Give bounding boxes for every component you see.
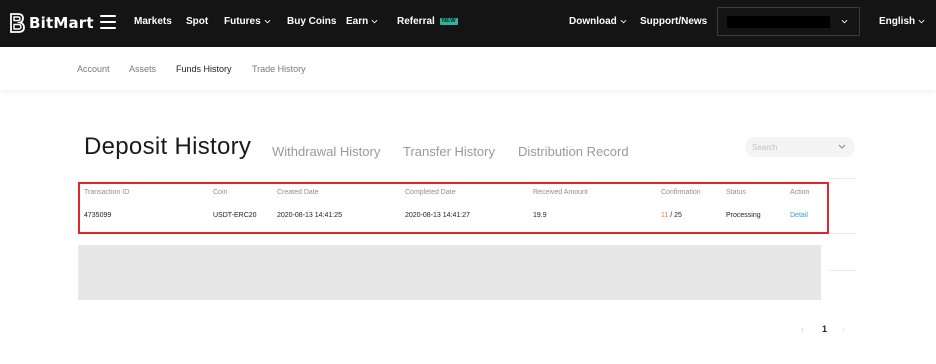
nav-referral-label: Referral (397, 16, 435, 27)
tab-transfer-history[interactable]: Transfer History (403, 144, 495, 159)
nav-buy-coins[interactable]: Buy Coins (287, 16, 336, 27)
new-badge: NEW (439, 18, 458, 25)
nav-buy-coins-label: Buy Coins (287, 16, 337, 27)
nav-support-news[interactable]: Support/News (640, 16, 707, 27)
account-dropdown[interactable] (717, 7, 860, 36)
language-label: English (879, 16, 916, 27)
nav-download[interactable]: Download (569, 16, 627, 27)
nav-earn[interactable]: Earn (346, 16, 378, 27)
nav-markets-label: Markets (134, 16, 172, 27)
table-divider (829, 178, 856, 179)
nav-referral[interactable]: Referral NEW (397, 16, 458, 27)
language-selector[interactable]: English (879, 16, 925, 27)
nav-futures-label: Futures (224, 16, 261, 27)
content-placeholder (78, 245, 821, 300)
chevron-down-icon (371, 19, 378, 24)
brand-name: BitMart (29, 14, 94, 32)
top-navbar: BitMart Markets Spot Futures Buy Coins E… (0, 0, 936, 47)
bitmart-logo-icon (10, 13, 25, 33)
table-divider (829, 270, 856, 271)
account-name-redacted (727, 16, 830, 28)
chevron-down-icon (841, 19, 848, 24)
chevron-down-icon (918, 19, 925, 24)
nav-spot[interactable]: Spot (186, 16, 208, 27)
pagination-next-icon[interactable]: › (842, 324, 845, 334)
menu-hamburger-icon[interactable] (100, 15, 116, 29)
chevron-down-icon (264, 19, 271, 24)
chevron-down-icon[interactable] (838, 144, 846, 149)
pagination-page-1[interactable]: 1 (822, 324, 827, 334)
pagination-prev-icon[interactable]: ‹ (801, 324, 804, 334)
subnav-account[interactable]: Account (77, 64, 110, 74)
subnav-assets[interactable]: Assets (129, 64, 156, 74)
chevron-down-icon (620, 19, 627, 24)
nav-download-label: Download (569, 16, 617, 27)
sub-navbar: Account Assets Funds History Trade Histo… (0, 47, 936, 90)
subnav-trade-history[interactable]: Trade History (252, 64, 306, 74)
brand-logo[interactable]: BitMart (8, 12, 94, 34)
row-highlight-box (78, 182, 829, 234)
nav-futures[interactable]: Futures (224, 16, 271, 27)
tab-distribution-record[interactable]: Distribution Record (518, 144, 629, 159)
subnav-funds-history[interactable]: Funds History (176, 64, 232, 74)
nav-spot-label: Spot (186, 16, 209, 27)
nav-markets[interactable]: Markets (134, 16, 172, 27)
nav-earn-label: Earn (346, 16, 369, 27)
table-divider (829, 233, 856, 234)
page-title[interactable]: Deposit History (84, 133, 251, 161)
nav-support-news-label: Support/News (640, 16, 708, 27)
tab-withdrawal-history[interactable]: Withdrawal History (272, 144, 380, 159)
